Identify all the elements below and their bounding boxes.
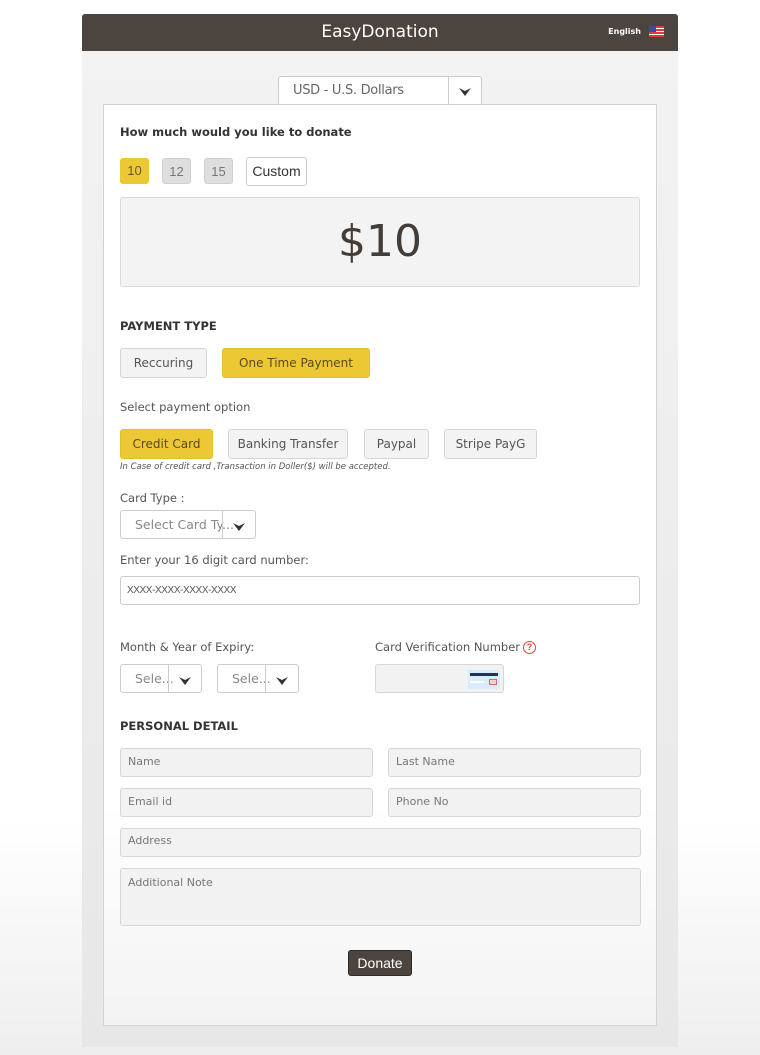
chevron-down-icon <box>459 87 471 97</box>
app-title: EasyDonation <box>321 22 439 42</box>
expiry-label: Month & Year of Expiry: <box>120 640 255 654</box>
expiry-month-dropdown-arrow[interactable] <box>168 665 201 692</box>
recurring-button[interactable]: Reccuring <box>120 348 207 378</box>
first-name-input[interactable]: Name <box>120 748 373 777</box>
cvv-input[interactable] <box>375 664 504 693</box>
card-number-input[interactable]: XXXX-XXXX-XXXX-XXXX <box>120 576 640 605</box>
credit-card-note: In Case of credit card ,Transaction in D… <box>120 462 391 472</box>
app-header: EasyDonation English <box>82 14 678 51</box>
card-number-label: Enter your 16 digit card number: <box>120 553 309 567</box>
email-input[interactable]: Email id <box>120 788 373 817</box>
payment-option-label: Select payment option <box>120 400 251 414</box>
payment-type-heading: PAYMENT TYPE <box>120 319 217 333</box>
chevron-down-icon <box>233 522 245 532</box>
amount-option-15[interactable]: 15 <box>204 158 233 184</box>
amount-option-12[interactable]: 12 <box>162 158 191 184</box>
cvv-label: Card Verification Number <box>375 640 521 654</box>
card-type-placeholder: Select Card Ty... <box>135 517 234 532</box>
expiry-year-select[interactable]: Sele... <box>217 664 299 693</box>
banking-transfer-button[interactable]: Banking Transfer <box>228 429 348 459</box>
credit-card-button[interactable]: Credit Card <box>120 429 213 459</box>
currency-select[interactable]: USD - U.S. Dollars <box>278 76 482 105</box>
language-label: English <box>608 27 641 36</box>
card-type-dropdown-arrow[interactable] <box>222 511 255 538</box>
credit-card-back-icon <box>468 670 500 689</box>
last-name-input[interactable]: Last Name <box>388 748 641 777</box>
one-time-payment-button[interactable]: One Time Payment <box>222 348 370 378</box>
card-type-select[interactable]: Select Card Ty... <box>120 510 256 539</box>
expiry-month-select[interactable]: Sele... <box>120 664 202 693</box>
paypal-button[interactable]: Paypal <box>364 429 429 459</box>
custom-amount-button[interactable]: Custom <box>246 157 307 186</box>
stripe-payg-button[interactable]: Stripe PayG <box>444 429 537 459</box>
language-selector[interactable]: English <box>608 26 664 37</box>
help-icon[interactable]: ? <box>523 641 536 654</box>
phone-input[interactable]: Phone No <box>388 788 641 817</box>
personal-detail-heading: PERSONAL DETAIL <box>120 719 238 733</box>
donate-button[interactable]: Donate <box>348 950 412 976</box>
currency-dropdown-arrow[interactable] <box>448 77 481 105</box>
expiry-year-dropdown-arrow[interactable] <box>265 665 298 692</box>
amount-display: $10 <box>120 197 640 287</box>
address-input[interactable]: Address <box>120 828 641 857</box>
us-flag-icon <box>649 26 664 37</box>
card-type-label: Card Type : <box>120 491 185 505</box>
currency-value: USD - U.S. Dollars <box>293 83 404 98</box>
donate-question: How much would you like to donate <box>120 125 352 139</box>
amount-option-10[interactable]: 10 <box>120 158 149 184</box>
additional-note-textarea[interactable]: Additional Note <box>120 868 641 926</box>
chevron-down-icon <box>179 676 191 686</box>
chevron-down-icon <box>276 676 288 686</box>
